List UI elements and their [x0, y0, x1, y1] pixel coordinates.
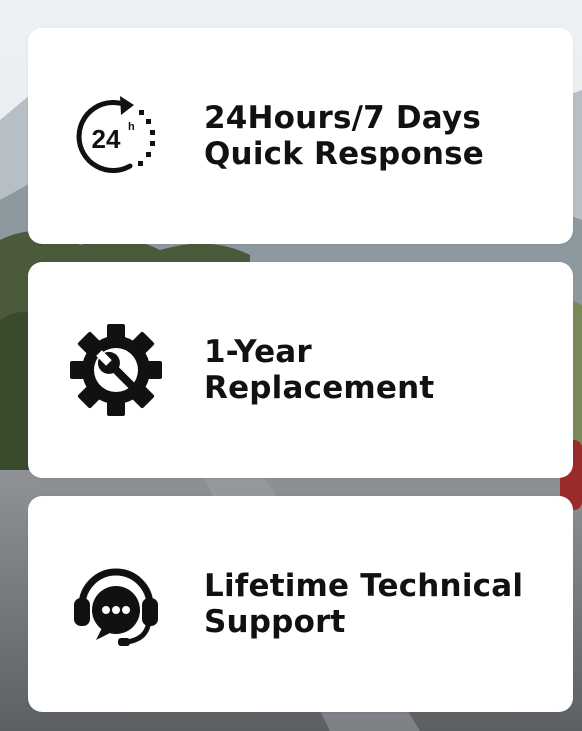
feature-card-quick-response: 24 h 24Hours/7 Days Quick Response: [28, 28, 573, 244]
feature-card-replacement: 1-Year Replacement: [28, 262, 573, 478]
feature-label-technical-support: Lifetime Technical Support: [204, 568, 553, 640]
feature-panel: 24 h 24Hours/7 Days Quick Response 1-Yea…: [0, 0, 582, 731]
feature-label-line: 24Hours/7 Days: [204, 100, 482, 136]
feature-label-line: Quick Response: [204, 136, 485, 172]
24-hours-icon-number: 24: [92, 124, 121, 154]
24-hours-icon-superscript: h: [128, 121, 135, 133]
gear-wrench-icon: [68, 322, 164, 418]
feature-label-replacement: 1-Year Replacement: [204, 334, 553, 406]
feature-label-line: Lifetime Technical: [204, 568, 524, 604]
24-hours-icon: 24 h: [68, 88, 164, 184]
headset-chat-icon: [68, 556, 164, 652]
feature-card-technical-support: Lifetime Technical Support: [28, 496, 573, 712]
feature-label-line: 1-Year Replacement: [204, 334, 435, 406]
feature-label-line: Support: [204, 604, 346, 640]
feature-label-quick-response: 24Hours/7 Days Quick Response: [204, 100, 553, 172]
